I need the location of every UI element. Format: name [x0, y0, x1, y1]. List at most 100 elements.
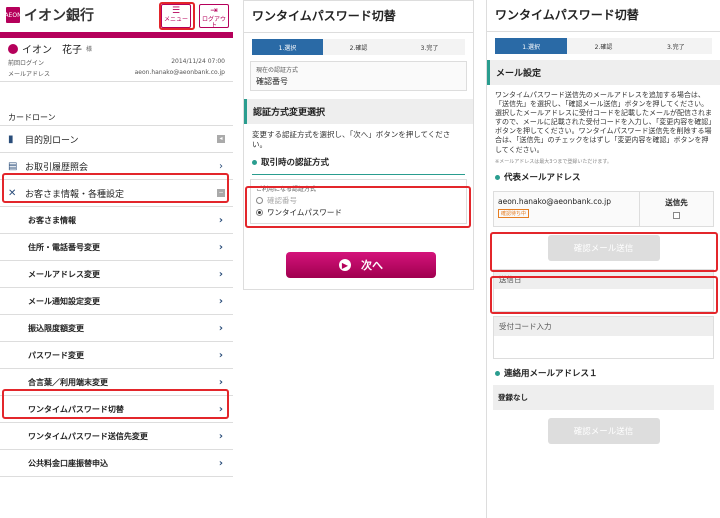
sub-label: お客さま情報	[28, 215, 76, 225]
arrow-right-icon: ▶	[339, 259, 351, 271]
current-value: 確認番号	[256, 77, 288, 86]
email-row: aeon.hanako@aeonbank.co.jp 確認待ち中 送信先	[493, 191, 714, 228]
code-field: 受付コード入力	[493, 316, 714, 360]
logout-button[interactable]: ⇥ ログアウト	[199, 4, 229, 30]
sub-label: 公共料金口座振替申込	[28, 458, 108, 468]
chevron-right-icon: ›	[219, 160, 223, 172]
sub-item[interactable]: メール通知設定変更 ›	[0, 288, 233, 315]
next-label: 次へ	[361, 259, 383, 272]
square-icon: ◂	[217, 135, 225, 143]
app-header: AEON イオン銀行 ☰ メニュー ⇥ ログアウト	[0, 0, 233, 30]
none-registered: 登録なし	[493, 385, 714, 411]
sub-item[interactable]: パスワード変更 ›	[0, 342, 233, 369]
document-icon: ▤	[8, 160, 18, 172]
logout-label: ログアウト	[201, 15, 226, 30]
divider	[252, 174, 465, 176]
rep-heading-text: 代表メールアドレス	[504, 173, 581, 184]
mobile-menu-panel: AEON イオン銀行 ☰ メニュー ⇥ ログアウト イオン 花子 様 前回ログイ…	[0, 0, 233, 518]
chevron-right-icon: ›	[218, 376, 223, 388]
subheading: 取引時の認証方式	[244, 152, 473, 172]
page-title: ワンタイムパスワード切替	[487, 0, 720, 32]
nav-list: カードローン ▮ 目的別ローン ◂ ▤ お取引履歴照会 › ✕ お客さま情報・各種設定 − …	[0, 112, 233, 477]
step-2: 2.確認	[567, 38, 640, 54]
user-suffix: 様	[86, 46, 93, 53]
bullet-icon	[495, 370, 500, 376]
note: ※メールアドレスは最大3つまで登録いただけます。	[495, 158, 612, 165]
highlight-onetime	[2, 389, 229, 419]
sub-item[interactable]: 振込限度額変更 ›	[0, 315, 233, 342]
step-3: 3.完了	[394, 39, 465, 55]
chevron-right-icon: ›	[218, 295, 223, 307]
bullet-icon	[495, 174, 500, 180]
last-login-label: 前回ログイン	[8, 60, 45, 67]
code-label: 受付コード入力	[494, 317, 713, 337]
highlight-email	[490, 232, 718, 272]
send-to-label: 送信先	[665, 198, 688, 208]
section-heading: 認証方式変更選択	[244, 99, 473, 124]
rep-heading: 代表メールアドレス	[487, 167, 720, 187]
subheading-text: 取引時の認証方式	[261, 158, 330, 169]
aeon-logo: AEON イオン銀行	[4, 5, 94, 25]
chevron-right-icon: ›	[218, 349, 223, 361]
chevron-right-icon: ›	[218, 430, 223, 442]
section-heading: メール設定	[487, 60, 720, 85]
highlight-confirm	[490, 276, 718, 314]
chevron-right-icon: ›	[218, 268, 223, 280]
nav-item-cut-label: カードローン	[8, 113, 56, 122]
code-input[interactable]	[494, 336, 713, 359]
sub-item[interactable]: ワンタイムパスワード送信先変更 ›	[0, 423, 233, 450]
send-to-checkbox[interactable]	[673, 212, 680, 220]
next-button[interactable]: ▶ 次へ	[286, 252, 436, 278]
email-label: メールアドレス	[8, 71, 51, 78]
nav-label: 目的別ローン	[25, 135, 79, 146]
description: ワンタイムパスワード送信先のメールアドレスを追加する場合は、「送信先」を選択し、…	[495, 91, 712, 154]
contact-heading: 連絡用メールアドレス１	[487, 363, 720, 383]
card-icon: ▮	[8, 133, 14, 145]
sub-label: 振込限度額変更	[28, 323, 84, 333]
sub-label: メールアドレス変更	[28, 269, 100, 279]
nav-item-loan[interactable]: ▮ 目的別ローン ◂	[0, 126, 233, 153]
sub-label: パスワード変更	[28, 350, 84, 360]
step-1: 1.選択	[252, 39, 323, 55]
step-indicator: 1.選択 2.確認 3.完了	[495, 38, 712, 54]
email-address: aeon.hanako@aeonbank.co.jp	[498, 197, 611, 207]
contact-heading-text: 連絡用メールアドレス１	[504, 369, 598, 380]
logo-mark: AEON	[4, 7, 22, 23]
step-indicator: 1.選択 2.確認 3.完了	[252, 39, 465, 55]
page-title: ワンタイムパスワード切替	[244, 1, 473, 33]
current-method: 現在の認証方式 確認番号	[250, 61, 467, 91]
logo-text: イオン銀行	[24, 8, 94, 24]
last-login-value: 2014/11/24 07:00	[171, 58, 225, 65]
current-label: 現在の認証方式	[256, 67, 299, 74]
sub-item[interactable]: お客さま情報 ›	[0, 207, 233, 234]
select-panel: ワンタイムパスワード切替 1.選択 2.確認 3.完了 現在の認証方式 確認番号…	[243, 0, 474, 290]
status-badge: 確認待ち中	[498, 209, 530, 219]
chevron-right-icon: ›	[218, 322, 223, 334]
mail-settings-panel: ワンタイムパスワード切替 1.選択 2.確認 3.完了 メール設定 ワンタイムパ…	[486, 0, 720, 518]
email-value: aeon.hanako@aeonbank.co.jp	[134, 69, 225, 76]
highlight-radio	[245, 186, 471, 228]
confirm-mail-button-2[interactable]: 確認メール送信	[547, 418, 660, 445]
description: 変更する認証方式を選択し、「次へ」ボタンを押してください。	[252, 130, 451, 150]
nav-item-cut[interactable]: カードローン	[0, 112, 233, 126]
chevron-right-icon: ›	[218, 214, 223, 226]
sub-label: ワンタイムパスワード送信先変更	[28, 431, 148, 441]
chevron-right-icon: ›	[218, 457, 223, 469]
highlight-menu	[159, 2, 195, 30]
highlight-settings	[2, 173, 229, 203]
sub-label: 合言葉／利用端末変更	[28, 377, 108, 387]
user-name: イオン 花子	[22, 45, 82, 56]
step-2: 2.確認	[323, 39, 394, 55]
sub-label: 住所・電話番号変更	[28, 242, 100, 252]
sub-item[interactable]: 住所・電話番号変更 ›	[0, 234, 233, 261]
user-icon	[8, 43, 18, 54]
nav-label: お取引履歴照会	[25, 162, 89, 173]
chevron-right-icon: ›	[218, 241, 223, 253]
bullet-icon	[252, 159, 257, 165]
sub-label: メール通知設定変更	[28, 296, 100, 306]
step-3: 3.完了	[639, 38, 712, 54]
user-info: イオン 花子 様 前回ログイン 2014/11/24 07:00 メールアドレス a…	[0, 38, 233, 82]
step-1: 1.選択	[495, 38, 568, 54]
sub-item[interactable]: メールアドレス変更 ›	[0, 261, 233, 288]
sub-item[interactable]: 公共料金口座振替申込 ›	[0, 450, 233, 477]
